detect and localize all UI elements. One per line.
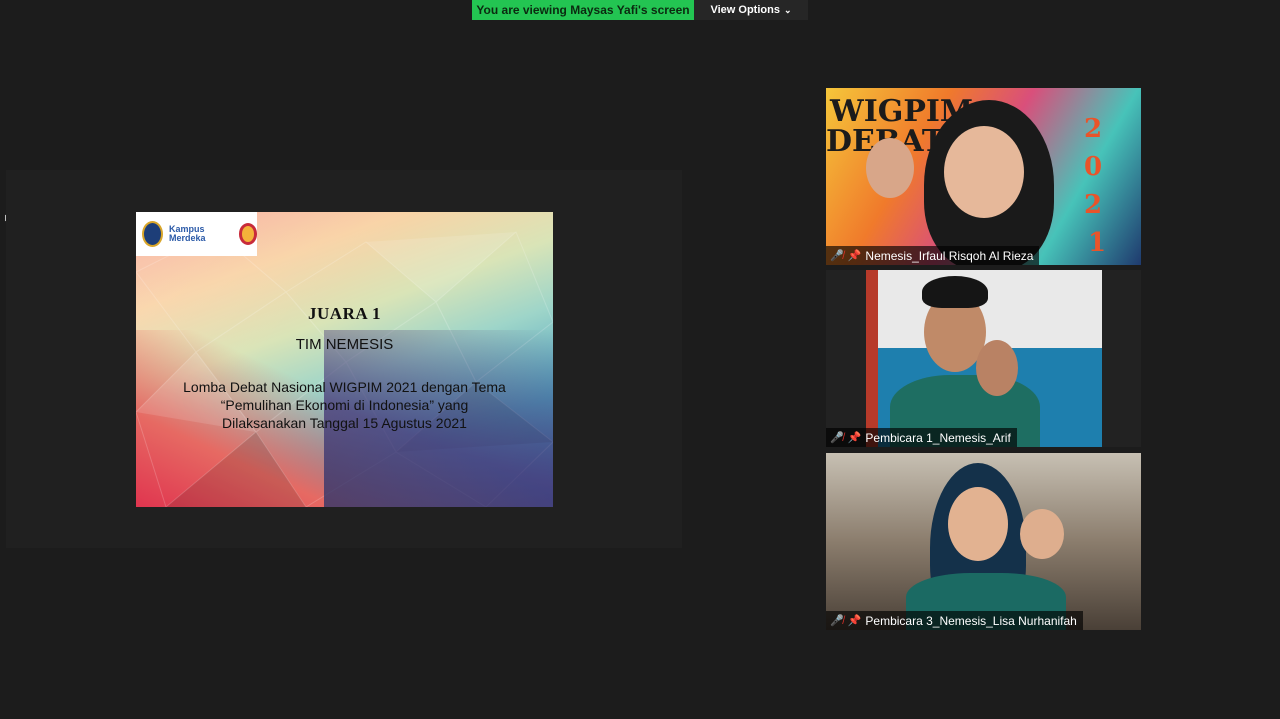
mic-muted-icon: 🎤̸ — [830, 250, 844, 262]
share-status-banner: You are viewing Maysas Yafi's screen — [472, 0, 694, 20]
virtual-bg-year: 2 — [1084, 114, 1103, 144]
virtual-bg-year: 0 — [1084, 152, 1103, 182]
mic-muted-icon: 🎤̸ — [830, 615, 844, 627]
participant-name-tag: 🎤̸ 📌 Pembicara 1_Nemesis_Arif — [826, 428, 1017, 447]
participant-name: Nemesis_Irfaul Risqoh Al Rieza — [865, 248, 1034, 263]
slide-team: TIM NEMESIS — [295, 336, 394, 353]
participant-name-tag: 🎤̸ 📌 Nemesis_Irfaul Risqoh Al Rieza — [826, 246, 1040, 265]
pin-icon: 📌 — [847, 250, 862, 262]
virtual-bg-year: 2 — [1084, 190, 1103, 220]
slide-title: JUARA 1 — [308, 304, 381, 323]
participant-video-tile[interactable]: WIGPIM DEBAT 2 0 2 1 🎤̸ 📌 Nemesis_Irfaul… — [826, 88, 1141, 265]
slide-logo-box: Kampus Merdeka — [136, 212, 258, 256]
participant-name: Pembicara 3_Nemesis_Lisa Nurhanifah — [865, 613, 1077, 628]
participant-name-tag: 🎤̸ 📌 Pembicara 3_Nemesis_Lisa Nurhanifah — [826, 611, 1083, 630]
presentation-slide: Kampus Merdeka JUARA 1 TIM NEMESIS Lomba… — [136, 212, 553, 507]
slide-description: Lomba Debat Nasional WIGPIM 2021 dengan … — [136, 378, 553, 432]
participant-hand — [866, 138, 914, 198]
room-door-frame — [866, 270, 878, 447]
participant-video-tile[interactable]: 🎤̸ 📌 Pembicara 1_Nemesis_Arif — [826, 270, 1141, 447]
participant-hair — [922, 276, 988, 308]
virtual-bg-year: 1 — [1088, 228, 1107, 258]
chevron-down-icon: ⌄ — [783, 4, 792, 15]
event-logo — [238, 223, 258, 245]
participant-video-tile[interactable]: 🎤̸ 📌 Pembicara 3_Nemesis_Lisa Nurhanifah — [826, 453, 1141, 630]
view-options-button[interactable]: View Options ⌄ — [694, 0, 808, 20]
pin-icon: 📌 — [847, 615, 862, 627]
polygon-background — [136, 231, 553, 507]
slide-line: Lomba Debat Nasional WIGPIM 2021 dengan … — [183, 379, 506, 395]
slide-line: Dilaksanakan Tanggal 15 Agustus 2021 — [222, 415, 467, 431]
kampus-merdeka-logo: Kampus Merdeka — [169, 224, 206, 243]
view-options-label: View Options — [710, 4, 780, 16]
mic-muted-icon: 🎤̸ — [830, 432, 844, 444]
slide-line: “Pemulihan Ekonomi di Indonesia” yang — [220, 397, 469, 413]
share-status-text: You are viewing Maysas Yafi's screen — [476, 3, 690, 17]
participant-name: Pembicara 1_Nemesis_Arif — [865, 430, 1011, 445]
participant-hand — [976, 340, 1018, 396]
participant-face — [944, 126, 1024, 218]
pin-icon: 📌 — [847, 432, 862, 444]
university-seal-logo — [142, 221, 164, 247]
participant-face — [948, 487, 1008, 561]
participant-hand — [1020, 509, 1064, 559]
